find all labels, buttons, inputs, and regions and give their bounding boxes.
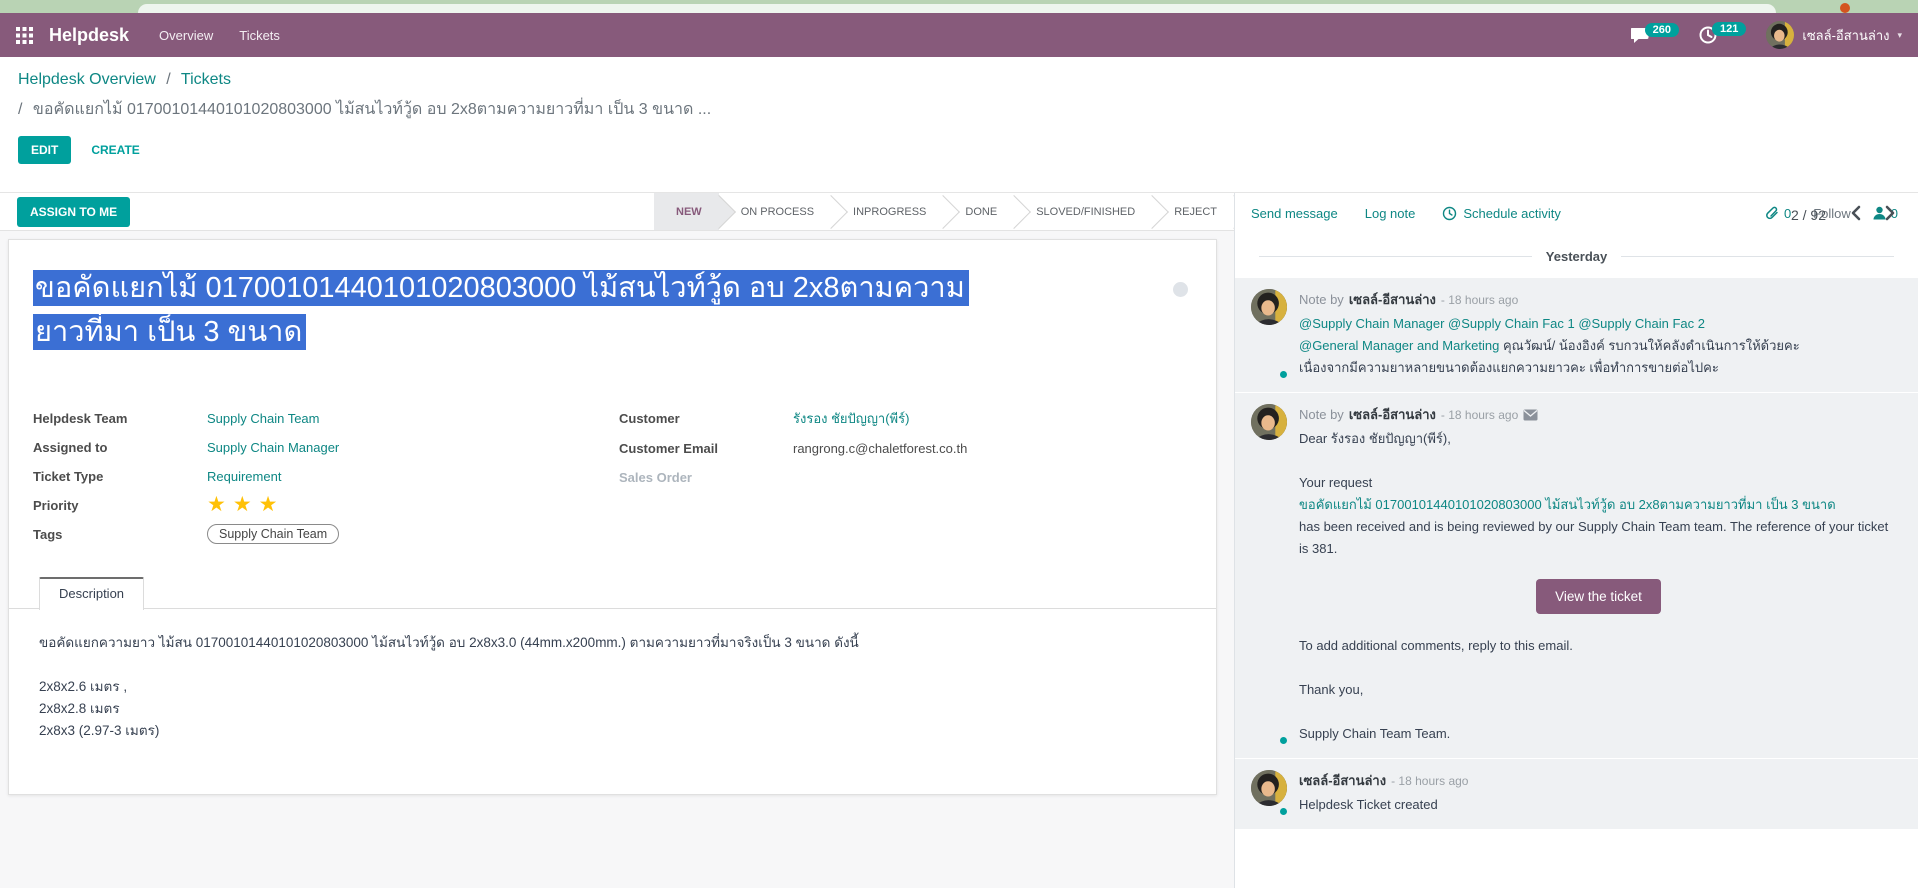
field-group-left: Helpdesk Team Supply Chain Team Assigned… — [33, 408, 593, 553]
ticket-sheet: ขอคัดแยกไม้ 01700101440101020803000 ไม้ส… — [8, 239, 1217, 795]
breadcrumb-separator: / — [166, 71, 170, 88]
helpdesk-team-link[interactable]: Supply Chain Team — [207, 411, 320, 426]
paperclip-icon — [1765, 206, 1779, 221]
activities-count-badge: 121 — [1712, 22, 1746, 36]
statusbar: ASSIGN TO ME NEW ON PROCESS INPROGRESS D… — [0, 193, 1234, 231]
online-presence-dot — [1278, 806, 1289, 817]
pager: 2 / 92 — [1791, 205, 1896, 224]
log-note-button[interactable]: Log note — [1365, 206, 1416, 221]
apps-grid-icon[interactable] — [16, 27, 33, 44]
ticket-title[interactable]: ขอคัดแยกไม้ 01700101440101020803000 ไม้ส… — [33, 266, 973, 354]
chatter-message-note-1: Note by เซลล์-อีสานล่าง - 18 hours ago @… — [1235, 278, 1918, 393]
customer-email-value: rangrong.c@chaletforest.co.th — [793, 441, 967, 456]
ticket-title-line1: ขอคัดแยกไม้ 01700101440101020803000 ไม้ส… — [33, 270, 969, 306]
user-avatar — [1766, 21, 1794, 49]
field-group-right: Customer รังรอง ชัยปัญญา(พีร์) Customer … — [619, 408, 1189, 496]
message-author[interactable]: เซลล์-อีสานล่าง — [1299, 770, 1386, 792]
field-customer-email: Customer Email rangrong.c@chaletforest.c… — [619, 438, 1189, 458]
chatter-panel: Send message Log note Schedule activity … — [1234, 193, 1918, 888]
message-body: Helpdesk Ticket created — [1299, 794, 1898, 816]
chatter-message-note-2: Note by เซลล์-อีสานล่าง - 18 hours ago D… — [1235, 393, 1918, 759]
activities-systray[interactable]: 121 — [1699, 26, 1746, 44]
assign-to-me-button[interactable]: ASSIGN TO ME — [17, 197, 130, 227]
schedule-clock-icon — [1442, 206, 1457, 221]
message-avatar[interactable] — [1251, 404, 1287, 440]
main-navbar: Helpdesk Overview Tickets 260 121 — [0, 13, 1918, 57]
message-timestamp: - 18 hours ago — [1441, 404, 1518, 426]
tag-supply-chain-team[interactable]: Supply Chain Team — [207, 524, 339, 544]
chatter-message-created: เซลล์-อีสานล่าง - 18 hours ago Helpdesk … — [1235, 759, 1918, 830]
field-assigned-to: Assigned to Supply Chain Manager — [33, 437, 593, 457]
description-line: 2x8x3 (2.97-3 เมตร) — [39, 720, 1186, 742]
message-body: Dear รังรอง ชัยปัญญา(พีร์), Your request… — [1299, 428, 1898, 745]
field-priority: Priority ★★★ — [33, 495, 593, 515]
stage-pipeline: NEW ON PROCESS INPROGRESS DONE SLOVED/FI… — [654, 193, 1234, 231]
ticket-type-link[interactable]: Requirement — [207, 469, 281, 484]
message-avatar[interactable] — [1251, 289, 1287, 325]
ticket-reference-link[interactable]: ขอคัดแยกไม้ 01700101440101020803000 ไม้ส… — [1299, 497, 1836, 512]
chevron-down-icon: ▾ — [1897, 30, 1902, 41]
field-customer: Customer รังรอง ชัยปัญญา(พีร์) — [619, 408, 1189, 429]
pager-value: 2 / 92 — [1791, 207, 1826, 223]
field-tags: Tags Supply Chain Team — [33, 524, 593, 544]
message-timestamp: - 18 hours ago — [1441, 289, 1518, 311]
assigned-to-link[interactable]: Supply Chain Manager — [207, 440, 339, 455]
field-helpdesk-team: Helpdesk Team Supply Chain Team — [33, 408, 593, 428]
user-menu[interactable]: เซลล์-อีสานล่าง ▾ — [1766, 21, 1902, 49]
description-line: 2x8x2.6 เมตร , — [39, 676, 1186, 698]
stage-new[interactable]: NEW — [654, 193, 719, 231]
online-presence-dot — [1278, 369, 1289, 380]
online-presence-dot — [1278, 735, 1289, 746]
messages-count-badge: 260 — [1645, 23, 1679, 37]
mention-links[interactable]: @Supply Chain Manager @Supply Chain Fac … — [1299, 316, 1705, 331]
browser-tab — [138, 4, 1776, 13]
view-the-ticket-button[interactable]: View the ticket — [1536, 579, 1661, 614]
breadcrumb: Helpdesk Overview / Tickets — [18, 71, 1900, 89]
app-title: Helpdesk — [49, 25, 129, 46]
field-ticket-type: Ticket Type Requirement — [33, 466, 593, 486]
browser-strip — [0, 0, 1918, 13]
breadcrumb-current: / ขอคัดแยกไม้ 01700101440101020803000 ไม… — [18, 97, 1900, 122]
ticket-title-line2: ยาวที่มา เป็น 3 ขนาด — [33, 314, 306, 350]
messages-systray[interactable]: 260 — [1631, 27, 1679, 44]
create-button[interactable]: CREATE — [91, 143, 139, 157]
schedule-activity-button[interactable]: Schedule activity — [1442, 206, 1561, 221]
message-author[interactable]: เซลล์-อีสานล่าง — [1349, 289, 1436, 311]
description-body: ขอคัดแยกความยาว ไม้สน 017001014401010208… — [39, 632, 1186, 742]
form-pane: ASSIGN TO ME NEW ON PROCESS INPROGRESS D… — [0, 193, 1234, 888]
kanban-state-indicator[interactable] — [1173, 282, 1188, 297]
menu-overview[interactable]: Overview — [159, 28, 213, 43]
customer-link[interactable]: รังรอง ชัยปัญญา(พีร์) — [793, 408, 909, 429]
description-line: ขอคัดแยกความยาว ไม้สน 017001014401010208… — [39, 632, 1186, 654]
mention-link[interactable]: @General Manager and Marketing — [1299, 338, 1499, 353]
send-message-button[interactable]: Send message — [1251, 206, 1338, 221]
pager-previous-button[interactable] — [1850, 205, 1861, 224]
message-author[interactable]: เซลล์-อีสานล่าง — [1349, 404, 1436, 426]
menu-tickets[interactable]: Tickets — [239, 28, 280, 43]
field-sales-order: Sales Order — [619, 467, 1189, 487]
stage-sloved-finished[interactable]: SLOVED/FINISHED — [1014, 193, 1152, 231]
priority-stars[interactable]: ★★★ — [207, 496, 284, 514]
attachments-button[interactable]: 0 — [1765, 206, 1791, 221]
tab-description[interactable]: Description — [39, 577, 144, 610]
edit-button[interactable]: EDIT — [18, 136, 71, 164]
control-panel: Helpdesk Overview / Tickets / ขอคัดแยกไม… — [0, 57, 1918, 192]
message-timestamp: - 18 hours ago — [1391, 770, 1468, 792]
email-icon — [1523, 409, 1538, 421]
notebook-tabs: Description — [9, 576, 1216, 609]
message-avatar[interactable] — [1251, 770, 1287, 806]
pager-next-button[interactable] — [1885, 205, 1896, 224]
date-divider: Yesterday — [1259, 249, 1894, 264]
breadcrumb-helpdesk-overview[interactable]: Helpdesk Overview — [18, 71, 156, 88]
description-line: 2x8x2.8 เมตร — [39, 698, 1186, 720]
user-name: เซลล์-อีสานล่าง — [1802, 25, 1889, 46]
message-body: @Supply Chain Manager @Supply Chain Fac … — [1299, 313, 1898, 379]
breadcrumb-tickets[interactable]: Tickets — [181, 71, 231, 88]
notification-dot — [1840, 3, 1850, 13]
